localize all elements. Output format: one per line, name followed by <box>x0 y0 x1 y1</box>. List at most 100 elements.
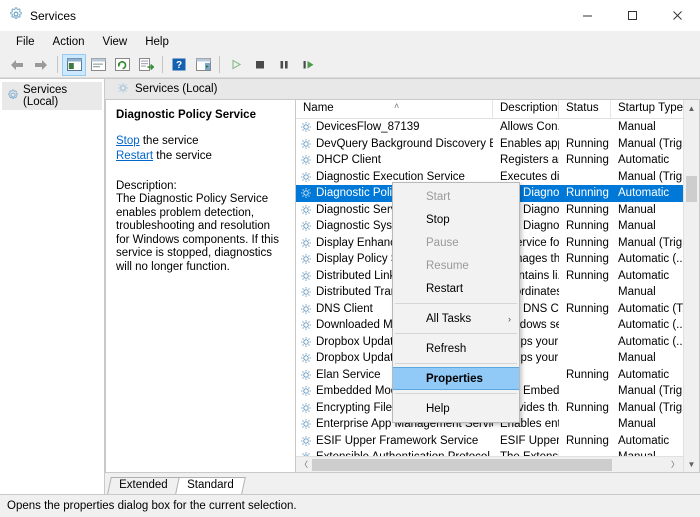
context-menu-item-properties[interactable]: Properties <box>393 367 519 390</box>
table-row[interactable]: DHCP Client Registers an... Running Auto… <box>296 152 683 169</box>
show-action-pane-button[interactable] <box>191 54 215 76</box>
service-gear-icon <box>300 171 312 183</box>
tab-standard[interactable]: Standard <box>174 477 246 494</box>
cell-startup-type: Automatic (... <box>618 319 683 332</box>
cell-startup-type: Manual <box>618 286 656 299</box>
scroll-left-icon[interactable]: 〈 <box>296 459 312 470</box>
service-name-text: DevicesFlow_87139 <box>316 121 420 134</box>
stop-service-button[interactable] <box>248 54 272 76</box>
service-gear-icon <box>300 204 312 216</box>
cell-startup-type: Automatic <box>618 434 670 447</box>
cell-startup-type: Manual <box>618 418 656 431</box>
forward-button[interactable] <box>29 54 53 76</box>
show-hide-console-tree-button[interactable] <box>62 53 86 76</box>
column-header-name[interactable]: Name ˄ <box>296 100 493 118</box>
context-menu-separator <box>395 393 517 394</box>
context-menu-item-resume: Resume <box>393 254 519 277</box>
service-gear-icon <box>300 319 312 331</box>
table-row[interactable]: DevQuery Background Discovery B... Enabl… <box>296 136 683 153</box>
export-list-button[interactable] <box>134 54 158 76</box>
submenu-arrow-icon: › <box>508 313 511 324</box>
context-menu-item-restart[interactable]: Restart <box>393 277 519 300</box>
stop-service-link-row: Stop the service <box>116 134 285 149</box>
title-bar: Services <box>0 0 700 31</box>
context-menu-item-pause: Pause <box>393 231 519 254</box>
vertical-scroll-track[interactable] <box>684 116 699 456</box>
cell-description: Allows Con... <box>500 121 559 134</box>
cell-startup-type: Manual (Trig... <box>618 401 683 414</box>
horizontal-scroll-track[interactable] <box>312 457 667 473</box>
scroll-up-icon[interactable]: ▲ <box>684 100 699 116</box>
cell-startup-type: Automatic <box>618 154 670 167</box>
cell-startup-type: Manual (Trig... <box>618 385 683 398</box>
tab-extended[interactable]: Extended <box>107 477 180 494</box>
service-gear-icon <box>300 187 312 199</box>
menu-help[interactable]: Help <box>136 34 178 50</box>
service-gear-icon <box>300 435 312 447</box>
menu-action[interactable]: Action <box>44 34 94 50</box>
cell-status: Running <box>566 220 609 233</box>
service-name-text: Embedded Mode <box>316 385 404 398</box>
pause-service-button[interactable] <box>272 54 296 76</box>
context-menu-item-label: Pause <box>426 236 459 249</box>
menu-file[interactable]: File <box>7 34 44 50</box>
cell-startup-type: Manual (Trig... <box>618 236 683 249</box>
service-gear-icon <box>300 220 312 232</box>
cell-status: Running <box>566 203 609 216</box>
table-row[interactable]: ESIF Upper Framework Service ESIF Upper … <box>296 433 683 450</box>
horizontal-scroll-thumb[interactable] <box>312 458 612 471</box>
minimize-button[interactable] <box>565 0 610 31</box>
context-menu-item-label: Help <box>426 402 450 415</box>
context-menu-item-stop[interactable]: Stop <box>393 208 519 231</box>
context-menu-item-label: Resume <box>426 259 469 272</box>
horizontal-scrollbar[interactable]: 〈 〉 <box>296 456 683 472</box>
column-header-name-label: Name <box>303 102 334 114</box>
tree-item-services-local[interactable]: Services (Local) <box>2 82 102 110</box>
properties-view-button[interactable] <box>86 54 110 76</box>
service-gear-icon <box>300 385 312 397</box>
context-menu-item-refresh[interactable]: Refresh <box>393 337 519 360</box>
context-menu-item-label: All Tasks <box>426 312 472 325</box>
cell-status: Running <box>566 368 609 381</box>
refresh-button[interactable] <box>110 54 134 76</box>
table-row[interactable]: Extensible Authentication Protocol The E… <box>296 449 683 456</box>
context-menu-item-help[interactable]: Help <box>393 397 519 420</box>
scroll-down-icon[interactable]: ▼ <box>684 456 699 472</box>
service-gear-icon <box>300 303 312 315</box>
column-header-description[interactable]: Description <box>493 100 559 118</box>
cell-status: Running <box>566 401 609 414</box>
service-name-text: DevQuery Background Discovery B... <box>316 137 493 150</box>
restart-service-button[interactable] <box>296 54 320 76</box>
cell-name: DHCP Client <box>296 154 493 166</box>
start-service-button[interactable] <box>224 54 248 76</box>
cell-name: ESIF Upper Framework Service <box>296 435 493 447</box>
context-menu-item-label: Restart <box>426 282 464 295</box>
tree-item-label: Services (Local) <box>23 84 68 108</box>
service-name-text: Elan Service <box>316 368 381 381</box>
window-title: Services <box>30 8 77 23</box>
close-button[interactable] <box>655 0 700 31</box>
help-button[interactable]: ? <box>167 54 191 76</box>
cell-startup-type: Automatic (... <box>618 335 683 348</box>
cell-name: Diagnostic Execution Service <box>296 171 493 183</box>
back-button[interactable] <box>5 54 29 76</box>
vertical-scroll-thumb[interactable] <box>686 176 697 202</box>
table-row[interactable]: DevicesFlow_87139 Allows Con... Manual <box>296 119 683 136</box>
cell-status: Running <box>566 269 609 282</box>
restart-service-link[interactable]: Restart <box>116 150 153 162</box>
column-header-startup-type[interactable]: Startup Type <box>611 100 683 118</box>
toolbar-separator-2 <box>162 56 163 73</box>
menu-view[interactable]: View <box>94 34 137 50</box>
description-text: The Diagnostic Policy Service enables pr… <box>116 193 279 273</box>
tab-standard-label: Standard <box>186 479 234 491</box>
services-gear-icon <box>9 7 23 24</box>
context-menu-separator <box>395 303 517 304</box>
service-name-text: DNS Client <box>316 302 373 315</box>
stop-service-link[interactable]: Stop <box>116 135 140 147</box>
vertical-scrollbar[interactable]: ▲ ▼ <box>683 100 699 472</box>
scroll-right-icon[interactable]: 〉 <box>667 459 683 470</box>
service-name-text: ESIF Upper Framework Service <box>316 434 479 447</box>
maximize-button[interactable] <box>610 0 655 31</box>
column-header-status[interactable]: Status <box>559 100 611 118</box>
context-menu-item-all-tasks[interactable]: All Tasks › <box>393 307 519 330</box>
